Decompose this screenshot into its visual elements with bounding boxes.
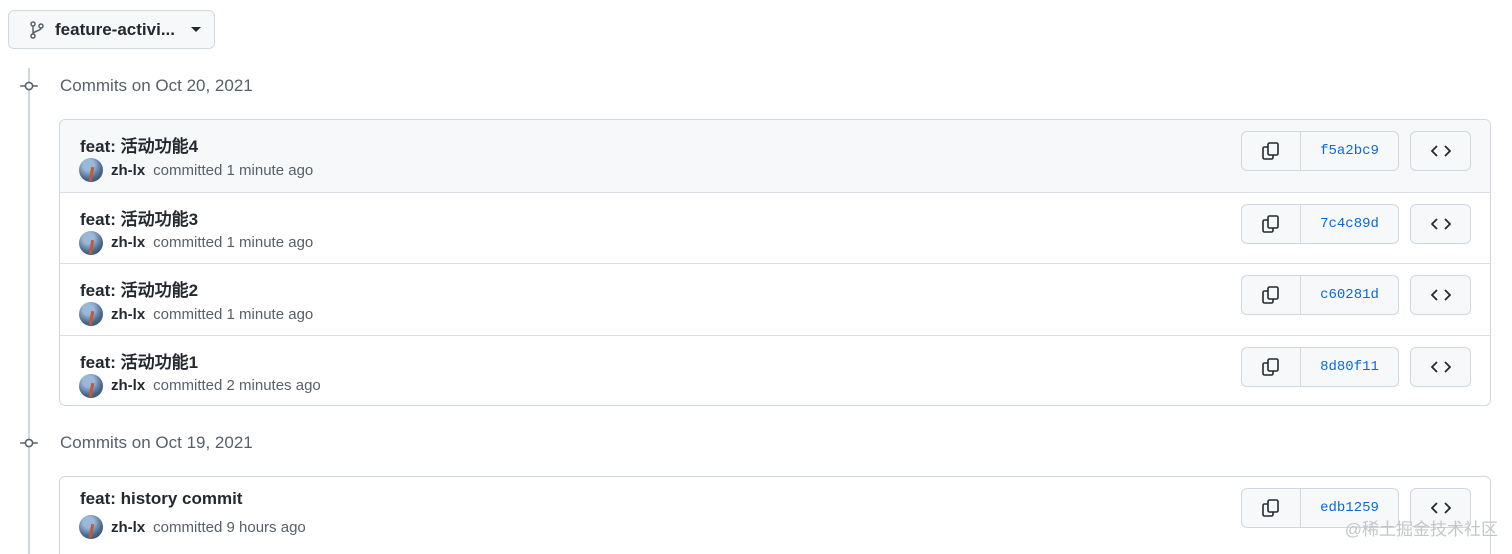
browse-repo-button[interactable] <box>1410 203 1471 244</box>
avatar[interactable] <box>79 373 103 398</box>
timeline-line <box>28 68 30 554</box>
copy-sha-button[interactable] <box>1242 276 1301 314</box>
commit-group-title: Commits on Oct 20, 2021 <box>60 76 253 95</box>
copy-icon <box>1262 499 1279 517</box>
commit-time: committed 9 hours ago <box>153 518 306 536</box>
commit-meta: zh-lx committed 2 minutes ago <box>79 373 321 398</box>
commit-row: feat: 活动功能4 zh-lx committed 1 minute ago… <box>60 120 1490 192</box>
commit-sha-group: c60281d <box>1241 275 1399 315</box>
copy-sha-button[interactable] <box>1242 347 1301 386</box>
copy-sha-button[interactable] <box>1242 489 1301 527</box>
commit-meta: zh-lx committed 1 minute ago <box>79 158 313 182</box>
copy-icon <box>1262 357 1279 376</box>
commit-author-link[interactable]: zh-lx <box>111 162 145 179</box>
copy-icon <box>1262 286 1279 304</box>
avatar[interactable] <box>79 230 103 255</box>
browse-repo-button[interactable] <box>1410 131 1471 171</box>
commit-message-link[interactable]: feat: 活动功能4 <box>80 132 198 157</box>
commit-sha-group: 7c4c89d <box>1241 203 1399 244</box>
git-branch-icon <box>30 20 44 39</box>
commit-time: committed 1 minute ago <box>153 161 314 179</box>
commit-list: feat: 活动功能4 zh-lx committed 1 minute ago… <box>59 119 1491 406</box>
copy-sha-button[interactable] <box>1242 132 1301 170</box>
commit-time: committed 1 minute ago <box>153 234 314 251</box>
code-icon <box>1430 145 1451 157</box>
commit-meta: zh-lx committed 1 minute ago <box>79 302 313 326</box>
commit-time: committed 2 minutes ago <box>153 377 321 394</box>
commit-group-header: Commits on Oct 20, 2021 <box>18 76 253 96</box>
avatar[interactable] <box>79 302 103 326</box>
git-commit-icon <box>20 438 38 448</box>
commit-message-link[interactable]: feat: history commit <box>80 489 242 509</box>
commit-author-link[interactable]: zh-lx <box>111 234 145 251</box>
commit-row: feat: 活动功能2 zh-lx committed 1 minute ago… <box>60 263 1490 335</box>
browse-repo-button[interactable] <box>1410 275 1471 315</box>
copy-icon <box>1262 142 1279 160</box>
code-icon <box>1430 217 1451 230</box>
commit-sha-link[interactable]: c60281d <box>1301 276 1398 314</box>
commit-message-link[interactable]: feat: 活动功能1 <box>80 348 198 373</box>
copy-sha-button[interactable] <box>1242 204 1301 243</box>
commit-author-link[interactable]: zh-lx <box>111 306 145 323</box>
git-commit-icon <box>20 81 38 91</box>
code-icon <box>1430 502 1451 514</box>
commit-group-header: Commits on Oct 19, 2021 <box>18 433 253 453</box>
commit-group-title: Commits on Oct 19, 2021 <box>60 433 253 452</box>
watermark: @稀土掘金技术社区 <box>1344 520 1498 539</box>
commit-message-link[interactable]: feat: 活动功能2 <box>80 276 198 301</box>
commit-message-link[interactable]: feat: 活动功能3 <box>80 205 198 230</box>
branch-name: feature-activi... <box>55 19 175 39</box>
commit-meta: zh-lx committed 9 hours ago <box>79 515 306 539</box>
avatar[interactable] <box>79 515 103 539</box>
code-icon <box>1430 289 1451 301</box>
commit-list: feat: history commit zh-lx committed 9 h… <box>59 476 1491 554</box>
commit-author-link[interactable]: zh-lx <box>111 377 145 394</box>
chevron-down-icon <box>191 27 201 32</box>
browse-repo-button[interactable] <box>1410 346 1471 387</box>
commit-sha-link[interactable]: f5a2bc9 <box>1301 132 1398 170</box>
branch-selector-button[interactable]: feature-activi... <box>8 10 215 49</box>
commit-author-link[interactable]: zh-lx <box>111 519 145 536</box>
commit-row: feat: 活动功能3 zh-lx committed 1 minute ago… <box>60 191 1490 264</box>
commit-sha-group: f5a2bc9 <box>1241 131 1399 171</box>
commit-sha-link[interactable]: 8d80f11 <box>1301 348 1398 386</box>
commit-row: feat: history commit zh-lx committed 9 h… <box>60 477 1490 549</box>
commit-time: committed 1 minute ago <box>153 305 314 323</box>
code-icon <box>1430 360 1451 373</box>
commit-meta: zh-lx committed 1 minute ago <box>79 230 314 255</box>
commit-sha-group: 8d80f11 <box>1241 346 1399 387</box>
commit-row: feat: 活动功能1 zh-lx committed 2 minutes ag… <box>60 334 1490 406</box>
copy-icon <box>1262 214 1279 233</box>
commit-sha-link[interactable]: 7c4c89d <box>1301 205 1398 243</box>
avatar[interactable] <box>79 158 103 182</box>
